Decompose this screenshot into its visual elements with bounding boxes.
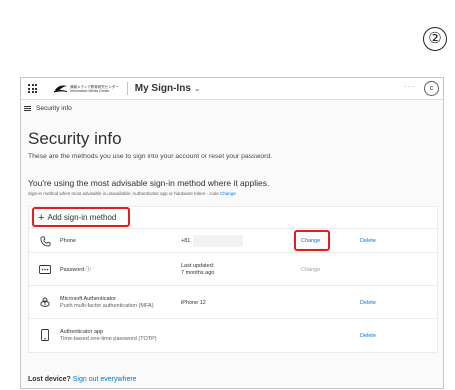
top-bar: 情報メディア教育研究センター Information Media Center … — [21, 78, 443, 100]
authenticator-subtitle: Push multi-factor authentication (MFA) — [60, 302, 154, 309]
methods-card: + Add sign-in method Phone +81 Change De… — [28, 206, 438, 353]
method-row-authenticator: Microsoft Authenticator Push multi-facto… — [29, 286, 437, 319]
hamburger-menu-icon[interactable] — [24, 105, 31, 111]
method-name-phone: Phone — [60, 238, 76, 244]
password-last-updated: Last updated: 7 months ago — [181, 263, 214, 276]
phone-delete-link[interactable]: Delete — [360, 238, 376, 244]
method-row-totp: Authenticator app Time-based one-time pa… — [29, 319, 437, 352]
default-method-change-link[interactable]: Change — [220, 191, 236, 196]
password-last-updated-value: 7 months ago — [181, 269, 215, 276]
org-logo: 情報メディア教育研究センター Information Media Center — [54, 85, 119, 93]
totp-subtitle: Time-based one-time password (TOTP) — [60, 335, 157, 342]
phone-number-prefix: +81 — [181, 238, 191, 244]
browser-frame: 情報メディア教育研究センター Information Media Center … — [20, 77, 444, 389]
more-options-icon[interactable]: ··· — [404, 82, 415, 91]
app-title: My Sign-Ins — [134, 83, 191, 94]
step-number-marker: ② — [423, 27, 447, 51]
page-title: Security info — [28, 129, 122, 148]
breadcrumb: Security info — [36, 104, 72, 112]
add-sign-in-method-label: Add sign-in method — [47, 213, 117, 222]
method-row-password: Password ⓘ Last updated: 7 months ago Ch… — [29, 253, 437, 286]
chevron-down-icon: ⌄ — [193, 84, 201, 93]
password-icon — [39, 263, 51, 275]
topbar-divider — [126, 82, 128, 95]
lost-device-label: Lost device? — [28, 376, 71, 383]
totp-title: Authenticator app — [60, 329, 104, 335]
avatar[interactable]: c — [424, 81, 439, 96]
password-change-link: Change — [301, 267, 321, 273]
authenticator-delete-link[interactable]: Delete — [360, 300, 376, 306]
app-title-dropdown[interactable]: My Sign-Ins ⌄ — [135, 83, 201, 94]
org-logo-icon — [54, 85, 67, 92]
password-last-updated-label: Last updated: — [181, 263, 215, 269]
org-name-en: Information Media Center — [70, 88, 110, 93]
totp-delete-link[interactable]: Delete — [360, 333, 376, 339]
advice-heading: You're using the most advisable sign-in … — [28, 178, 270, 188]
method-name-password: Password ⓘ — [60, 267, 92, 273]
add-sign-in-method-button[interactable]: + Add sign-in method — [38, 211, 117, 224]
app-launcher-icon[interactable] — [28, 84, 37, 93]
breadcrumb-bar: Security info — [21, 100, 443, 116]
phone-number-redacted — [193, 235, 243, 247]
add-method-row: + Add sign-in method — [29, 207, 437, 229]
authenticator-device: iPhone 12 — [181, 300, 206, 306]
main-content: Security info These are the methods you … — [28, 129, 438, 353]
authenticator-title: Microsoft Authenticator — [60, 296, 116, 302]
phone-change-link[interactable]: Change — [301, 238, 320, 244]
advice-subtext-label: Sign-in method when most advisable is un… — [28, 191, 219, 196]
page-description: These are the methods you use to sign in… — [28, 153, 273, 160]
phone-icon — [39, 235, 51, 247]
method-name-totp: Authenticator app Time-based one-time pa… — [60, 329, 157, 342]
sign-out-everywhere-link[interactable]: Sign out everywhere — [73, 376, 137, 383]
method-row-phone: Phone +81 Change Delete — [29, 229, 437, 253]
lost-device-text: Lost device? Sign out everywhere — [28, 376, 137, 383]
authenticator-icon — [39, 296, 51, 308]
mobile-device-icon — [39, 329, 51, 341]
plus-icon: + — [38, 211, 45, 224]
method-name-authenticator: Microsoft Authenticator Push multi-facto… — [60, 296, 154, 309]
advice-subtext: Sign-in method when most advisable is un… — [28, 191, 436, 196]
